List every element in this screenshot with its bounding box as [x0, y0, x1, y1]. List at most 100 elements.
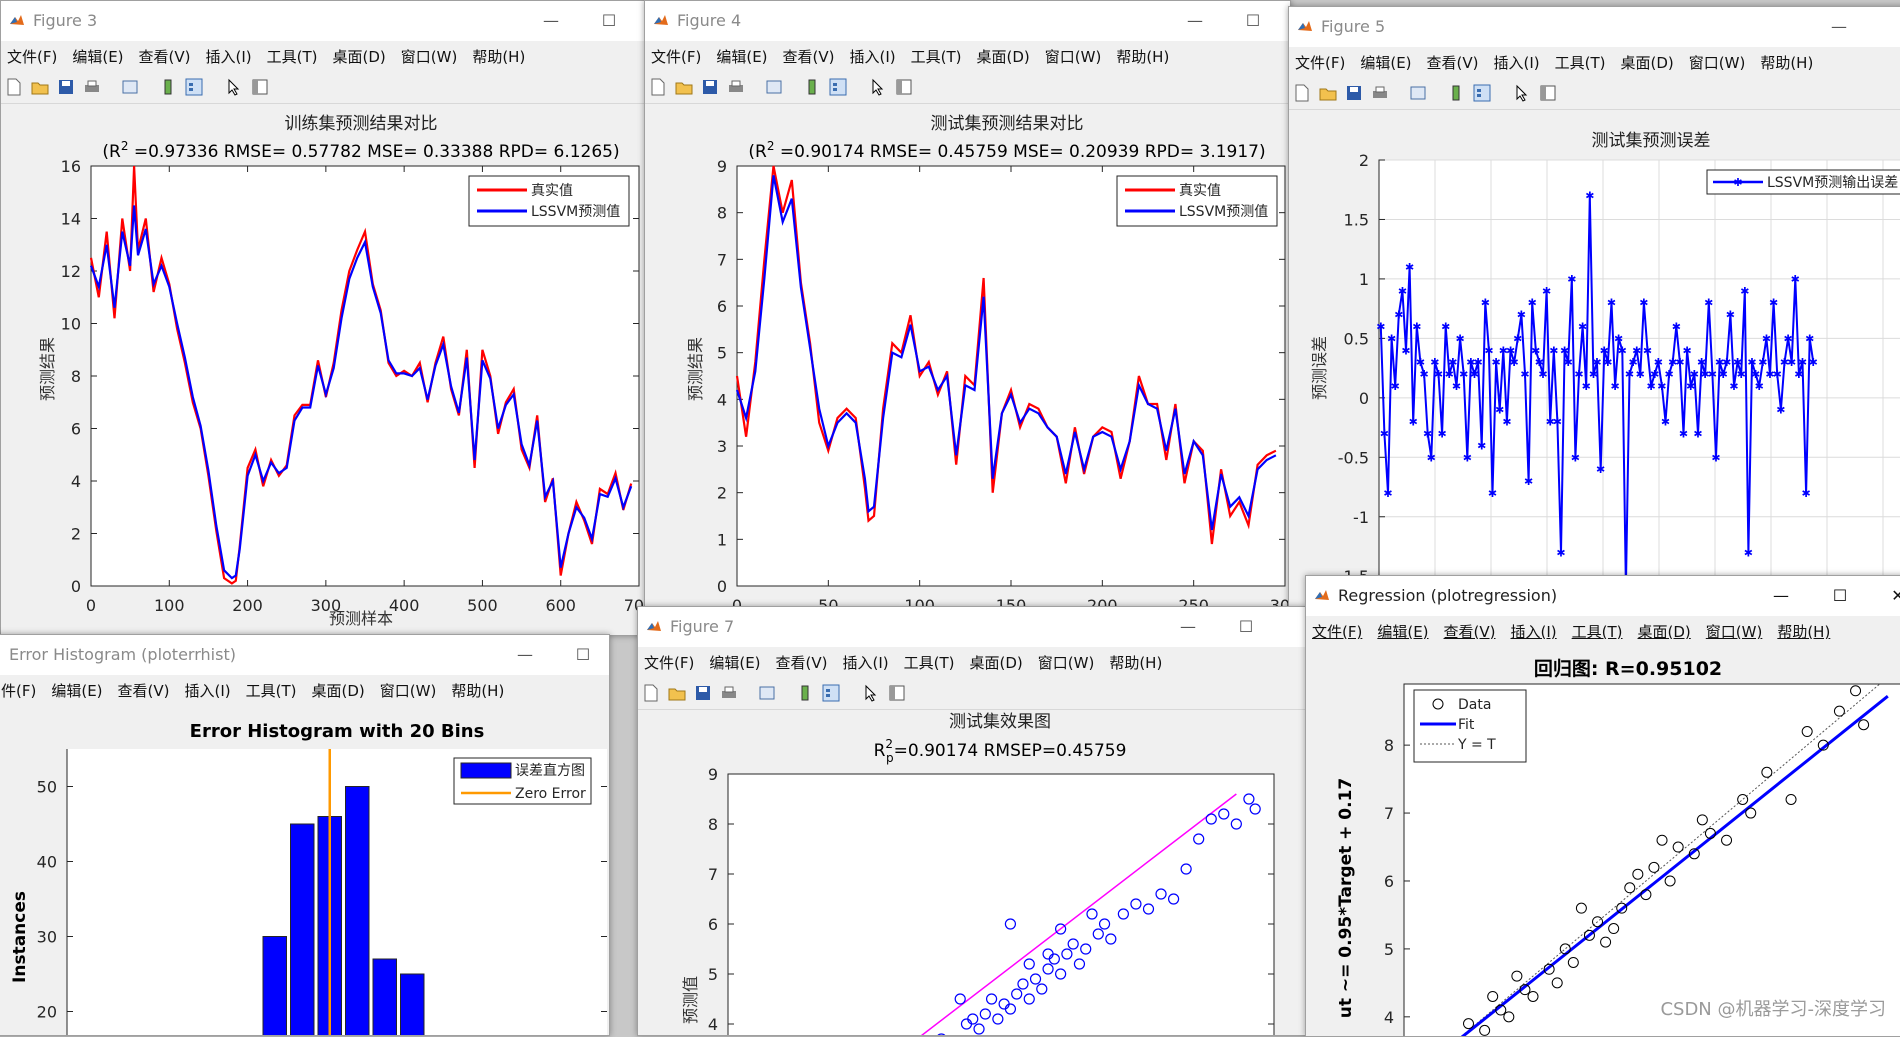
open-folder-icon[interactable]: [668, 684, 686, 702]
menu-file[interactable]: 文件(F): [638, 647, 703, 677]
menu-edit[interactable]: 编辑(E): [1354, 47, 1420, 77]
minimize-button[interactable]: —: [1829, 17, 1849, 36]
menu-insert[interactable]: 插入(I): [844, 41, 905, 71]
menu-help[interactable]: 帮助(H): [1110, 41, 1178, 71]
menu-edit[interactable]: 编辑(E): [710, 41, 776, 71]
menu-insert[interactable]: 插入(I): [1505, 616, 1566, 646]
maximize-button[interactable]: ☐: [1243, 11, 1263, 30]
legend-icon[interactable]: [1473, 84, 1491, 102]
save-icon[interactable]: [57, 78, 75, 96]
menu-insert[interactable]: 插入(I): [200, 41, 261, 71]
property-editor-icon[interactable]: [895, 78, 913, 96]
menu-insert[interactable]: 插入(I): [1488, 47, 1549, 77]
pointer-icon[interactable]: [869, 78, 887, 96]
colorbar-icon[interactable]: [796, 684, 814, 702]
menu-desktop[interactable]: 桌面(D): [971, 41, 1039, 71]
menu-file[interactable]: 文件(F): [1, 41, 66, 71]
link-plot-icon[interactable]: [121, 78, 139, 96]
menu-desktop[interactable]: 桌面(D): [327, 41, 395, 71]
save-icon[interactable]: [694, 684, 712, 702]
menu-desktop[interactable]: 桌面(D): [964, 647, 1032, 677]
menu-tools[interactable]: 工具(T): [1566, 616, 1632, 646]
pointer-icon[interactable]: [1513, 84, 1531, 102]
menu-insert[interactable]: 插入(I): [837, 647, 898, 677]
figure4-titlebar[interactable]: Figure 4 — ☐: [645, 1, 1290, 41]
menu-help[interactable]: 帮助(H): [445, 675, 513, 705]
new-file-icon[interactable]: [5, 78, 23, 96]
menu-edit[interactable]: 编辑(E): [45, 675, 111, 705]
maximize-button[interactable]: ☐: [599, 11, 619, 30]
menu-window[interactable]: 窗口(W): [374, 675, 446, 705]
menu-view[interactable]: 查看(V): [112, 675, 179, 705]
regression-titlebar[interactable]: Regression (plotregression) — ☐ ✕: [1306, 576, 1900, 616]
colorbar-icon[interactable]: [159, 78, 177, 96]
maximize-button[interactable]: ☐: [1236, 617, 1256, 636]
menu-help[interactable]: 帮助(H): [466, 41, 534, 71]
open-folder-icon[interactable]: [31, 78, 49, 96]
menu-file[interactable]: 文件(F): [1306, 616, 1371, 646]
menu-window[interactable]: 窗口(W): [395, 41, 467, 71]
colorbar-icon[interactable]: [803, 78, 821, 96]
print-icon[interactable]: [1371, 84, 1389, 102]
menu-help[interactable]: 帮助(H): [1771, 616, 1839, 646]
menu-desktop[interactable]: 桌面(D): [1615, 47, 1683, 77]
figure3-titlebar[interactable]: Figure 3 — ☐: [1, 1, 646, 41]
menu-insert[interactable]: 插入(I): [179, 675, 240, 705]
legend-icon[interactable]: [822, 684, 840, 702]
pointer-icon[interactable]: [862, 684, 880, 702]
menu-desktop[interactable]: 桌面(D): [306, 675, 374, 705]
figure5-titlebar[interactable]: Figure 5 —: [1289, 7, 1900, 47]
property-editor-icon[interactable]: [1539, 84, 1557, 102]
link-plot-icon[interactable]: [758, 684, 776, 702]
menu-help[interactable]: 帮助(H): [1103, 647, 1171, 677]
menu-edit[interactable]: 编辑(E): [66, 41, 132, 71]
menu-file[interactable]: 文件(F): [1289, 47, 1354, 77]
menu-view[interactable]: 查看(V): [777, 41, 844, 71]
menu-window[interactable]: 窗口(W): [1683, 47, 1755, 77]
minimize-button[interactable]: —: [1178, 617, 1198, 636]
histogram-titlebar[interactable]: Error Histogram (ploterrhist) — ☐: [0, 635, 609, 675]
print-icon[interactable]: [83, 78, 101, 96]
menu-tools[interactable]: 工具(T): [898, 647, 964, 677]
pointer-icon[interactable]: [225, 78, 243, 96]
open-folder-icon[interactable]: [1319, 84, 1337, 102]
menu-tools[interactable]: 工具(T): [905, 41, 971, 71]
new-file-icon[interactable]: [1293, 84, 1311, 102]
new-file-icon[interactable]: [642, 684, 660, 702]
property-editor-icon[interactable]: [888, 684, 906, 702]
menu-help[interactable]: 帮助(H): [1754, 47, 1822, 77]
minimize-button[interactable]: —: [1771, 586, 1791, 605]
minimize-button[interactable]: —: [515, 645, 535, 664]
maximize-button[interactable]: ☐: [573, 645, 593, 664]
minimize-button[interactable]: —: [541, 11, 561, 30]
colorbar-icon[interactable]: [1447, 84, 1465, 102]
print-icon[interactable]: [727, 78, 745, 96]
menu-desktop[interactable]: 桌面(D): [1632, 616, 1700, 646]
minimize-button[interactable]: —: [1185, 11, 1205, 30]
menu-file[interactable]: 文件(F): [645, 41, 710, 71]
maximize-button[interactable]: ☐: [1830, 586, 1850, 605]
menu-view[interactable]: 查看(V): [133, 41, 200, 71]
menu-tools[interactable]: 工具(T): [261, 41, 327, 71]
save-icon[interactable]: [1345, 84, 1363, 102]
save-icon[interactable]: [701, 78, 719, 96]
menu-window[interactable]: 窗口(W): [1032, 647, 1104, 677]
menu-window[interactable]: 窗口(W): [1700, 616, 1772, 646]
close-button[interactable]: ✕: [1888, 586, 1900, 605]
new-file-icon[interactable]: [649, 78, 667, 96]
menu-view[interactable]: 查看(V): [1421, 47, 1488, 77]
menu-window[interactable]: 窗口(W): [1039, 41, 1111, 71]
open-folder-icon[interactable]: [675, 78, 693, 96]
link-plot-icon[interactable]: [1409, 84, 1427, 102]
property-editor-icon[interactable]: [251, 78, 269, 96]
print-icon[interactable]: [720, 684, 738, 702]
menu-edit[interactable]: 编辑(E): [1371, 616, 1437, 646]
menu-file[interactable]: 件(F): [0, 675, 45, 705]
menu-view[interactable]: 查看(V): [1438, 616, 1505, 646]
link-plot-icon[interactable]: [765, 78, 783, 96]
menu-view[interactable]: 查看(V): [770, 647, 837, 677]
legend-icon[interactable]: [829, 78, 847, 96]
menu-tools[interactable]: 工具(T): [1549, 47, 1615, 77]
legend-icon[interactable]: [185, 78, 203, 96]
menu-edit[interactable]: 编辑(E): [703, 647, 769, 677]
